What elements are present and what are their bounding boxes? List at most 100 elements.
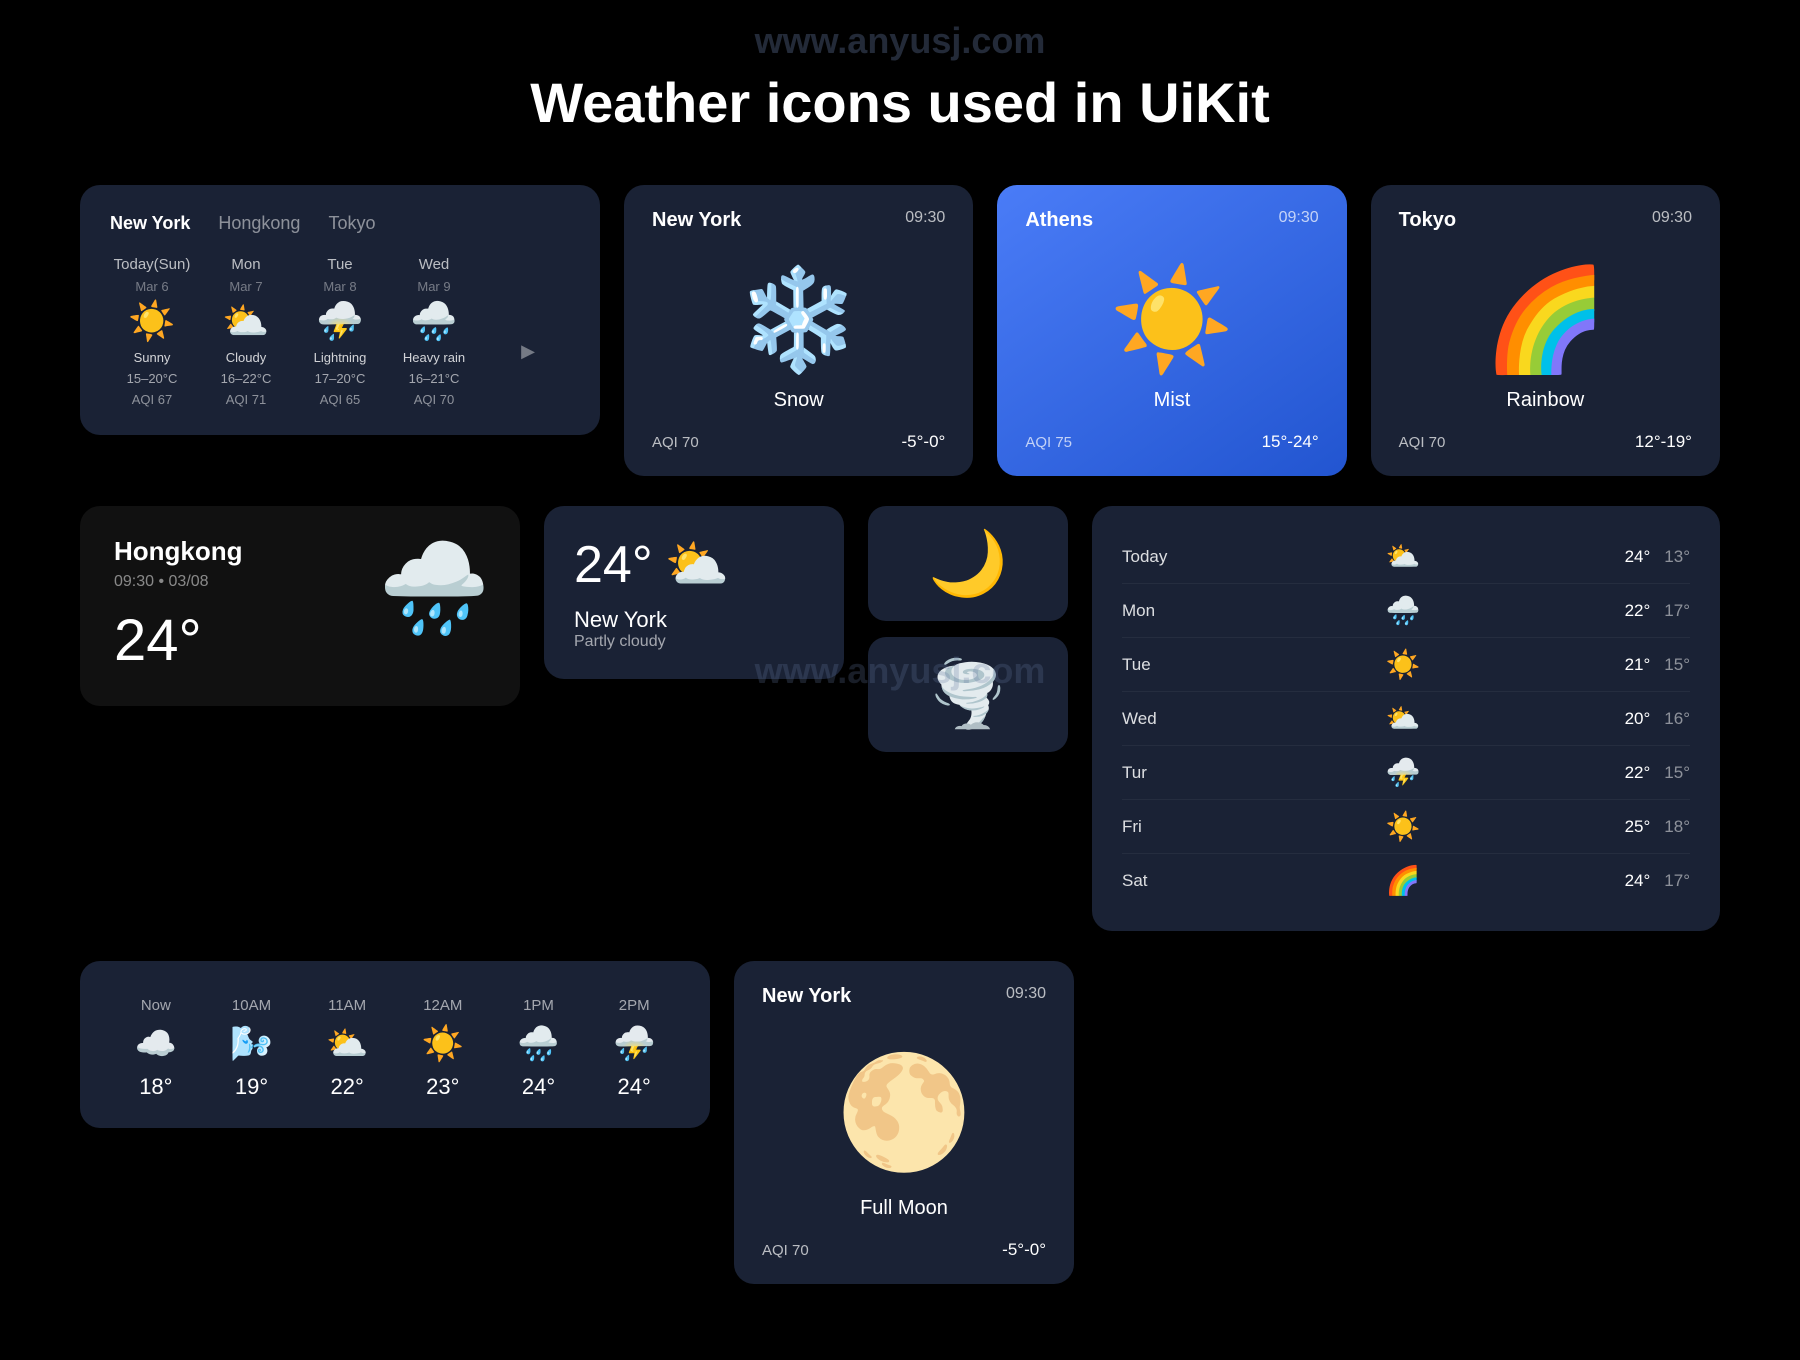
forecast-arrow[interactable]: ▶: [486, 256, 570, 407]
multi-city-card: New York Hongkong Tokyo Today(Sun) Mar 6…: [80, 185, 600, 435]
hourly-label-now: Now: [141, 997, 171, 1014]
weekly-row-today: Today ⛅ 24° 13°: [1122, 530, 1690, 584]
condition-0: Sunny: [134, 350, 171, 365]
hourly-card: Now ☁️ 18° 10AM 🌬️ 19° 11AM ⛅ 22° 12AM ☀…: [80, 961, 710, 1128]
weekly-hi-today: 24°: [1625, 547, 1651, 567]
day-label-2: Tue: [327, 256, 352, 273]
weekly-row-wed: Wed ⛅ 20° 16°: [1122, 692, 1690, 746]
icon-pair: 🌙 🌪️: [868, 506, 1068, 752]
rain-icon-3: 🌧️: [410, 300, 457, 344]
hourly-label-12am: 12AM: [423, 997, 462, 1014]
weekly-icon-mon: 🌧️: [1386, 594, 1421, 627]
card-time-athens: 09:30: [1279, 209, 1319, 227]
forecast-day-2: Tue Mar 8 ⛈️ Lightning 17–20°C AQI 65: [298, 256, 382, 407]
weekly-row-tue: Tue ☀️ 21° 15°: [1122, 638, 1690, 692]
tab-tokyo[interactable]: Tokyo: [328, 213, 375, 234]
forecast-day-0: Today(Sun) Mar 6 ☀️ Sunny 15–20°C AQI 67: [110, 256, 194, 407]
weekly-icon-tur: ⛈️: [1386, 756, 1421, 789]
hourly-label-11am: 11AM: [328, 997, 366, 1014]
snow-icon: ❄️: [652, 262, 945, 379]
card-footer-athens: AQI 75 15°-24°: [1025, 432, 1318, 452]
wind-icon-10am: 🌬️: [230, 1024, 272, 1064]
weekly-day-wed: Wed: [1122, 709, 1182, 729]
card-aqi-athens: AQI 75: [1025, 434, 1072, 451]
day-date-2: Mar 8: [323, 279, 356, 294]
weekly-row-tur: Tur ⛈️ 22° 15°: [1122, 746, 1690, 800]
forecast-day-1: Mon Mar 7 ⛅ Cloudy 16–22°C AQI 71: [204, 256, 288, 407]
weekly-icon-today: ⛅: [1386, 540, 1421, 573]
moon-aqi: AQI 70: [762, 1242, 809, 1259]
pc-temp-value: 24°: [574, 535, 653, 595]
aqi-3: AQI 70: [414, 392, 454, 407]
card-header-ny: New York 09:30: [652, 209, 945, 232]
card-temp-athens: 15°-24°: [1262, 432, 1319, 452]
weekly-temps-tue: 21° 15°: [1625, 655, 1690, 675]
hourly-col-now: Now ☁️ 18°: [112, 997, 200, 1100]
moon-icon-card: 🌙: [868, 506, 1068, 621]
sun-icon-0: ☀️: [128, 300, 175, 344]
weekly-temps-wed: 20° 16°: [1625, 709, 1690, 729]
pc-city: New York: [574, 607, 814, 633]
aqi-1: AQI 71: [226, 392, 266, 407]
hongkong-card: Hongkong 09:30 • 03/08 24° 🌧️: [80, 506, 520, 706]
card-footer-ny: AQI 70 -5°-0°: [652, 432, 945, 452]
partly-cloudy-card: 24° ⛅ New York Partly cloudy: [544, 506, 844, 679]
condition-1: Cloudy: [226, 350, 266, 365]
weekly-day-today: Today: [1122, 547, 1182, 567]
forecast-day-3: Wed Mar 9 🌧️ Heavy rain 16–21°C AQI 70: [392, 256, 476, 407]
athens-card: Athens 09:30 ☀️ Mist AQI 75 15°-24°: [997, 185, 1346, 476]
hourly-label-10am: 10AM: [232, 997, 271, 1014]
card-time-ny: 09:30: [905, 209, 945, 227]
card-time-tokyo: 09:30: [1652, 209, 1692, 227]
hourly-temp-2pm: 24°: [618, 1074, 651, 1100]
hourly-temp-1pm: 24°: [522, 1074, 555, 1100]
card-footer-tokyo: AQI 70 12°-19°: [1399, 432, 1692, 452]
main-layout: New York Hongkong Tokyo Today(Sun) Mar 6…: [0, 185, 1800, 1284]
card-city-athens: Athens: [1025, 209, 1093, 232]
moon-card-time: 09:30: [1006, 985, 1046, 1003]
hourly-col-1pm: 1PM 🌧️ 24°: [495, 997, 583, 1100]
card-condition-ny: Snow: [652, 389, 945, 412]
hourly-temp-12am: 23°: [426, 1074, 459, 1100]
day-label-0: Today(Sun): [114, 256, 191, 273]
partly-cloudy-icon-11am: ⛅: [326, 1024, 368, 1064]
weekly-row-sat: Sat 🌈 24° 17°: [1122, 854, 1690, 907]
row2: Hongkong 09:30 • 03/08 24° 🌧️ 24° ⛅ New …: [80, 506, 1720, 931]
hourly-grid: Now ☁️ 18° 10AM 🌬️ 19° 11AM ⛅ 22° 12AM ☀…: [112, 997, 678, 1100]
hourly-col-12am: 12AM ☀️ 23°: [399, 997, 487, 1100]
sun-icon-athens: ☀️: [1025, 262, 1318, 379]
weekly-row-mon: Mon 🌧️ 22° 17°: [1122, 584, 1690, 638]
rainbow-icon: 🌈: [1399, 262, 1692, 379]
tornado-icon-card: 🌪️: [868, 637, 1068, 752]
crescent-moon-icon: 🌙: [928, 526, 1008, 601]
temp-0: 15–20°C: [127, 371, 178, 386]
card-temp-ny: -5°-0°: [902, 432, 946, 452]
tokyo-card: Tokyo 09:30 🌈 Rainbow AQI 70 12°-19°: [1371, 185, 1720, 476]
rain-cloud-icon: 🌧️: [378, 536, 490, 641]
card-condition-tokyo: Rainbow: [1399, 389, 1692, 412]
temp-2: 17–20°C: [315, 371, 366, 386]
condition-3: Heavy rain: [403, 350, 465, 365]
weekly-temps-fri: 25° 18°: [1625, 817, 1690, 837]
card-aqi-tokyo: AQI 70: [1399, 434, 1446, 451]
storm-icon-2pm: ⛈️: [613, 1024, 655, 1064]
day-label-3: Wed: [419, 256, 450, 273]
card-header-tokyo: Tokyo 09:30: [1399, 209, 1692, 232]
moon-card: New York 09:30 🌕 Full Moon AQI 70 -5°-0°: [734, 961, 1074, 1284]
weekly-temps-tur: 22° 15°: [1625, 763, 1690, 783]
tab-new-york[interactable]: New York: [110, 213, 190, 234]
weekly-forecast-card: Today ⛅ 24° 13° Mon 🌧️ 22° 17° Tue ☀️: [1092, 506, 1720, 931]
hourly-temp-10am: 19°: [235, 1074, 268, 1100]
weekly-lo-today: 13°: [1664, 547, 1690, 567]
card-condition-athens: Mist: [1025, 389, 1318, 412]
tab-hongkong[interactable]: Hongkong: [218, 213, 300, 234]
lightning-icon-2: ⛈️: [316, 300, 363, 344]
weekly-temps-mon: 22° 17°: [1625, 601, 1690, 621]
card-temp-tokyo: 12°-19°: [1635, 432, 1692, 452]
weekly-temps-today: 24° 13°: [1625, 547, 1690, 567]
weekly-icon-tue: ☀️: [1386, 648, 1421, 681]
temp-1: 16–22°C: [221, 371, 272, 386]
pc-temp-display: 24° ⛅: [574, 534, 814, 595]
weekly-icon-fri: ☀️: [1386, 810, 1421, 843]
day-date-0: Mar 6: [135, 279, 168, 294]
